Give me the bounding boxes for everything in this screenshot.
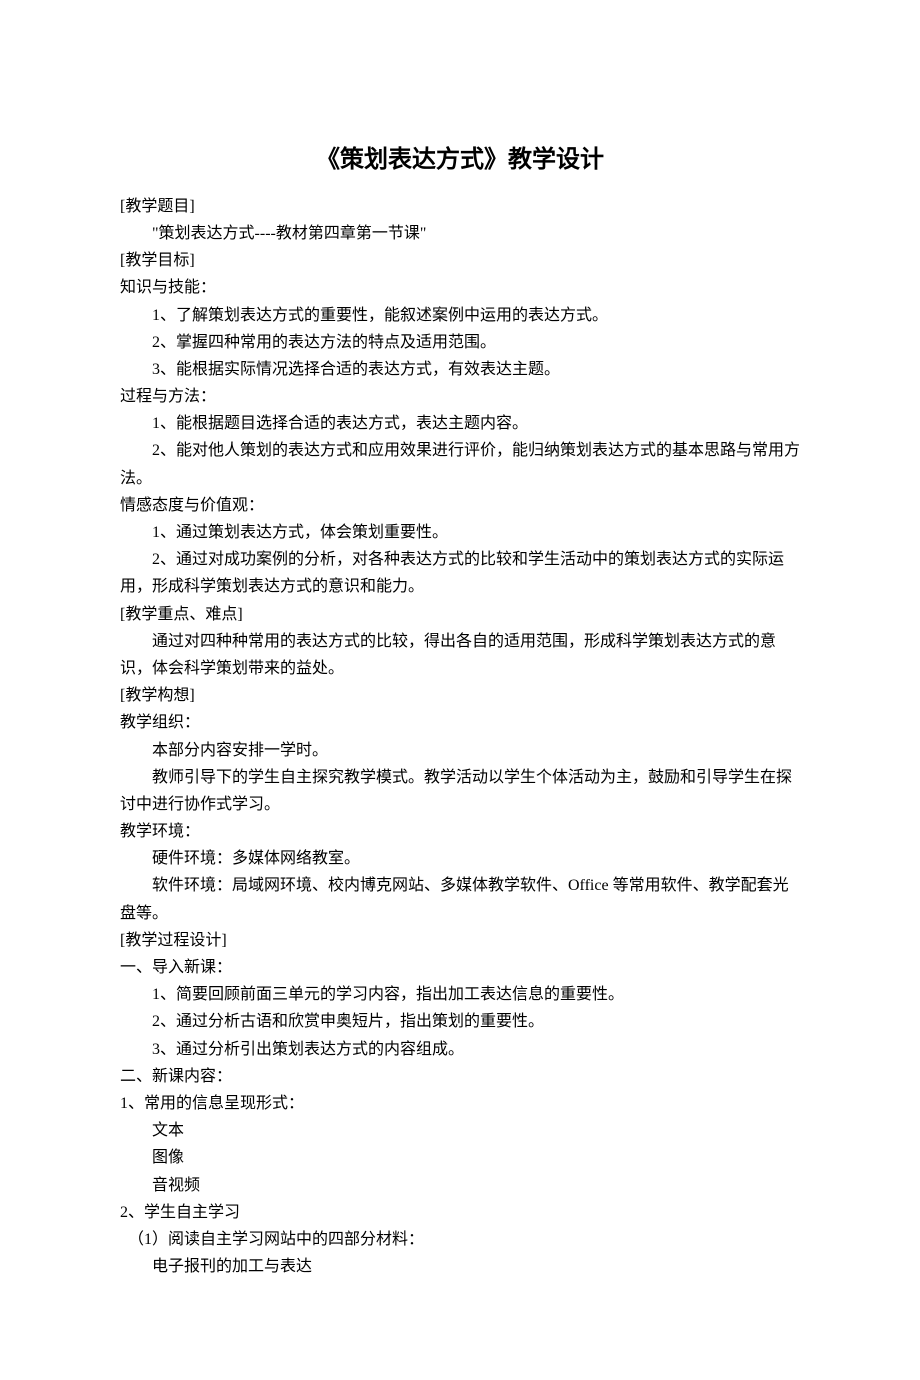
goals-attitude-item: 1、通过策划表达方式，体会策划重要性。 [120, 519, 800, 546]
plan-org-text: 本部分内容安排一学时。 [120, 737, 800, 764]
goals-process-item: 1、能根据题目选择合适的表达方式，表达主题内容。 [120, 410, 800, 437]
goals-attitude-item-text: 2、通过对成功案例的分析，对各种表达方式的比较和学生活动中的策划表达方式的实际运… [120, 551, 784, 595]
section-focus-label: [教学重点、难点] [120, 601, 800, 628]
goals-process-heading: 过程与方法： [120, 383, 800, 410]
process-intro-heading: 一、导入新课： [120, 954, 800, 981]
goals-knowledge-item: 3、能根据实际情况选择合适的表达方式，有效表达主题。 [120, 356, 800, 383]
process-new-heading: 二、新课内容： [120, 1063, 800, 1090]
plan-env-text-content: 软件环境：局域网环境、校内博克网站、多媒体教学软件、Office 等常用软件、教… [120, 877, 789, 921]
section-topic-label: [教学题目] [120, 193, 800, 220]
process-new-subitem: 电子报刊的加工与表达 [120, 1253, 800, 1280]
process-new-item: 音视频 [120, 1172, 800, 1199]
goals-attitude-heading: 情感态度与价值观： [120, 492, 800, 519]
goals-knowledge-heading: 知识与技能： [120, 274, 800, 301]
section-process-label: [教学过程设计] [120, 927, 800, 954]
plan-org-text-content: 教师引导下的学生自主探究教学模式。教学活动以学生个体活动为主，鼓励和引导学生在探… [120, 769, 792, 813]
goals-attitude-item: 2、通过对成功案例的分析，对各种表达方式的比较和学生活动中的策划表达方式的实际运… [120, 546, 800, 600]
focus-text: 通过对四种种常用的表达方式的比较，得出各自的适用范围，形成科学策划表达方式的意识… [120, 628, 800, 682]
goals-knowledge-item: 2、掌握四种常用的表达方法的特点及适用范围。 [120, 329, 800, 356]
goals-process-item-text: 2、能对他人策划的表达方式和应用效果进行评价，能归纳策划表达方式的基本思路与常用… [120, 442, 800, 486]
process-new-subitem: （1）阅读自主学习网站中的四部分材料： [120, 1226, 800, 1253]
process-intro-item: 2、通过分析古语和欣赏申奥短片，指出策划的重要性。 [120, 1008, 800, 1035]
plan-env-heading: 教学环境： [120, 818, 800, 845]
document-page: 《策划表达方式》教学设计 [教学题目] "策划表达方式----教材第四章第一节课… [0, 0, 920, 1380]
section-plan-label: [教学构想] [120, 682, 800, 709]
process-new-subheading: 1、常用的信息呈现形式： [120, 1090, 800, 1117]
process-new-subheading: 2、学生自主学习 [120, 1199, 800, 1226]
plan-org-text: 教师引导下的学生自主探究教学模式。教学活动以学生个体活动为主，鼓励和引导学生在探… [120, 764, 800, 818]
topic-text: "策划表达方式----教材第四章第一节课" [120, 220, 800, 247]
section-goals-label: [教学目标] [120, 247, 800, 274]
goals-process-item: 2、能对他人策划的表达方式和应用效果进行评价，能归纳策划表达方式的基本思路与常用… [120, 437, 800, 491]
process-intro-item: 1、简要回顾前面三单元的学习内容，指出加工表达信息的重要性。 [120, 981, 800, 1008]
document-title: 《策划表达方式》教学设计 [120, 140, 800, 181]
plan-env-text: 软件环境：局域网环境、校内博克网站、多媒体教学软件、Office 等常用软件、教… [120, 872, 800, 926]
plan-env-text: 硬件环境：多媒体网络教室。 [120, 845, 800, 872]
process-intro-item: 3、通过分析引出策划表达方式的内容组成。 [120, 1036, 800, 1063]
focus-text-content: 通过对四种种常用的表达方式的比较，得出各自的适用范围，形成科学策划表达方式的意识… [120, 633, 776, 677]
process-new-item: 图像 [120, 1144, 800, 1171]
process-new-item: 文本 [120, 1117, 800, 1144]
plan-org-heading: 教学组织： [120, 709, 800, 736]
goals-knowledge-item: 1、了解策划表达方式的重要性，能叙述案例中运用的表达方式。 [120, 302, 800, 329]
